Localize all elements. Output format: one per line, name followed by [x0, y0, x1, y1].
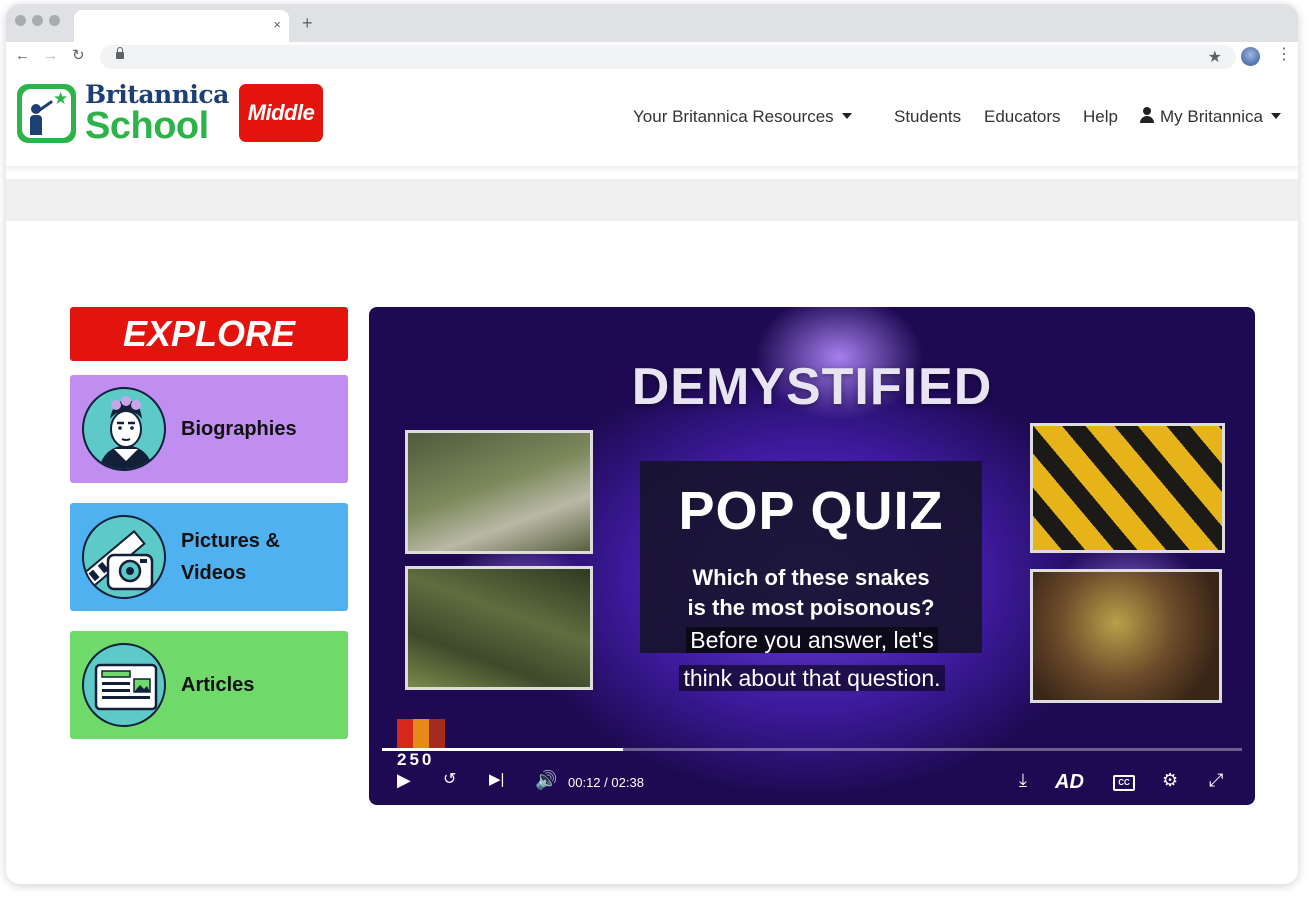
site-header: ★ Britannica School Middle Your Britanni…	[6, 72, 1298, 166]
rewind-10-icon[interactable]: ↺	[443, 770, 456, 790]
nav-students[interactable]: Students	[894, 107, 961, 127]
badge-digits: 250	[397, 750, 435, 769]
quiz-question-line1: Which of these snakes	[692, 565, 930, 590]
logo-inner: ★	[22, 89, 71, 138]
britannica-logo-icon[interactable]: ★	[17, 84, 76, 143]
window-minimize-dot[interactable]	[32, 15, 43, 26]
logo-subtitle[interactable]: School	[85, 106, 209, 146]
video-caption: Before you answer, let's think about tha…	[669, 621, 955, 697]
caption-line2: think about that question.	[679, 665, 945, 691]
card-label: Articles	[181, 674, 255, 696]
card-label: Biographies	[181, 418, 297, 440]
back-icon[interactable]: ←	[15, 47, 30, 65]
play-icon[interactable]: ▶	[397, 770, 411, 790]
card-pictures-videos[interactable]: Pictures & Videos	[70, 503, 348, 611]
banner-strip	[6, 179, 1298, 221]
logo-person-head	[31, 104, 41, 114]
card-label-line2: Videos	[181, 562, 247, 584]
card-articles[interactable]: Articles	[70, 631, 348, 739]
frida-portrait-icon	[82, 387, 166, 471]
nav-resources-label: Your Britannica Resources	[633, 107, 834, 126]
snake-photo-mamba	[405, 566, 593, 690]
nav-account-label: My Britannica	[1160, 107, 1263, 126]
forward-icon[interactable]: →	[43, 47, 58, 65]
nav-help[interactable]: Help	[1083, 107, 1118, 127]
card-biographies[interactable]: Biographies	[70, 375, 348, 483]
badge-stripe-red	[397, 719, 413, 749]
address-bar[interactable]: ★	[100, 45, 1236, 69]
snake-photo-krait	[1030, 423, 1225, 553]
user-icon	[1140, 107, 1154, 123]
caret-down-icon	[841, 113, 852, 119]
browser-window: × + ← → ↻ ★ ⋮ ★ Britannica School Middle…	[6, 4, 1298, 884]
profile-avatar-icon[interactable]	[1241, 47, 1260, 66]
current-time: 00:12	[568, 775, 601, 790]
time-separator: /	[604, 775, 608, 790]
snake-photo-viper	[1030, 569, 1222, 703]
nav-account-dropdown[interactable]: My Britannica	[1140, 107, 1281, 127]
nav-educators[interactable]: Educators	[984, 107, 1061, 127]
badge-stripe-orange	[413, 719, 429, 749]
fullscreen-icon[interactable]: ⤢	[1209, 770, 1223, 790]
progress-fill	[382, 748, 623, 751]
volume-icon[interactable]: 🔊	[535, 770, 557, 790]
lock-icon	[116, 47, 124, 59]
next-icon[interactable]: ▶|	[489, 770, 504, 790]
card-label-line1: Pictures &	[181, 530, 280, 552]
snake-photo-cobra	[405, 430, 593, 554]
browser-menu-icon[interactable]: ⋮	[1276, 46, 1292, 64]
level-badge[interactable]: Middle	[239, 84, 323, 142]
video-player[interactable]: DEMYSTIFIED POP QUIZ Which of these snak…	[369, 307, 1255, 805]
quiz-question-line2: is the most poisonous?	[687, 595, 935, 620]
reload-icon[interactable]: ↻	[72, 47, 85, 65]
settings-gear-icon[interactable]: ⚙	[1162, 770, 1178, 790]
download-icon[interactable]: ⤓	[1019, 770, 1027, 790]
duration: 02:38	[611, 775, 644, 790]
logo-star-icon: ★	[53, 89, 69, 108]
new-tab-icon[interactable]: +	[302, 14, 313, 32]
nav-resources-dropdown[interactable]: Your Britannica Resources	[633, 107, 852, 127]
caret-down-icon	[1270, 113, 1281, 119]
quiz-title: POP QUIZ	[678, 481, 944, 541]
time-display: 00:12 / 02:38	[568, 776, 644, 790]
caption-line1: Before you answer, let's	[686, 627, 938, 653]
window-close-dot[interactable]	[15, 15, 26, 26]
closed-captions-icon[interactable]: CC	[1113, 775, 1135, 791]
bookmark-star-icon[interactable]: ★	[1208, 47, 1222, 67]
window-maximize-dot[interactable]	[49, 15, 60, 26]
explore-heading: EXPLORE	[70, 307, 348, 361]
browser-tab[interactable]: ×	[74, 10, 289, 42]
progress-bar[interactable]	[382, 748, 1242, 751]
tab-close-icon[interactable]: ×	[273, 17, 281, 32]
camera-film-icon	[82, 515, 166, 599]
video-title: DEMYSTIFIED	[631, 358, 993, 416]
logo-person-body	[30, 115, 42, 135]
audio-description-icon[interactable]: AD	[1055, 772, 1084, 792]
tab-strip: × +	[6, 4, 1298, 42]
article-page-icon	[82, 643, 166, 727]
browser-toolbar: ← → ↻ ★ ⋮	[6, 42, 1298, 72]
anniversary-badge: 250	[397, 719, 447, 771]
badge-stripe-darkred	[429, 719, 445, 749]
